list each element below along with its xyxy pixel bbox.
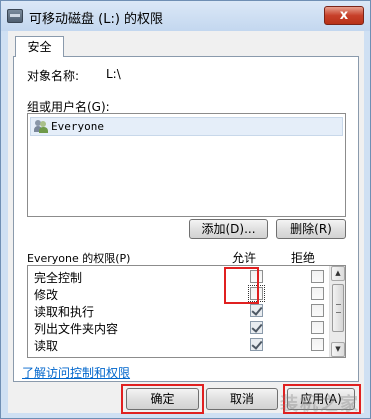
help-link[interactable]: 了解访问控制和权限: [22, 364, 130, 381]
scroll-thumb[interactable]: [332, 284, 344, 332]
permission-name: 完全控制: [34, 271, 83, 285]
title-bar[interactable]: 可移动磁盘 (L:) 的权限 x: [1, 1, 370, 31]
table-row: 修改: [28, 285, 331, 302]
object-name-label: 对象名称:: [27, 69, 80, 83]
deny-column-header: 拒绝: [291, 251, 316, 265]
list-item-everyone[interactable]: Everyone: [30, 117, 343, 136]
scroll-down-arrow-icon[interactable]: ▼: [331, 342, 345, 357]
drive-icon: [7, 9, 23, 23]
tab-security[interactable]: 安全: [15, 36, 64, 57]
allow-checkbox-read[interactable]: [250, 338, 263, 351]
permission-name: 修改: [34, 288, 59, 302]
table-row: 列出文件夹内容: [28, 319, 331, 336]
deny-checkbox-full-control[interactable]: [311, 270, 324, 283]
deny-checkbox-modify[interactable]: [311, 287, 324, 300]
allow-checkbox-list-folder[interactable]: [250, 321, 263, 334]
allow-checkbox-modify[interactable]: [248, 285, 265, 302]
deny-checkbox-list-folder[interactable]: [311, 321, 324, 334]
permissions-window: 可移动磁盘 (L:) 的权限 x 安全 对象名称: L:\ 组或用户名(G): …: [0, 0, 371, 419]
permission-name: 读取: [34, 339, 59, 353]
table-row: 读取和执行: [28, 302, 331, 319]
watermark-text: 装机之家: [280, 394, 360, 415]
permission-name: 列出文件夹内容: [34, 322, 119, 336]
user-name: Everyone: [51, 120, 104, 133]
window-title: 可移动磁盘 (L:) 的权限: [29, 12, 164, 27]
allow-column-header: 允许: [232, 251, 257, 265]
user-list[interactable]: Everyone: [27, 113, 346, 217]
add-button[interactable]: 添加(D)...: [189, 219, 268, 239]
permissions-header: Everyone 的权限(P): [27, 252, 131, 265]
permission-name: 读取和执行: [34, 305, 95, 319]
remove-button[interactable]: 删除(R): [276, 219, 346, 239]
ok-button[interactable]: 确定: [126, 388, 199, 410]
table-row: 读取: [28, 336, 331, 353]
table-row: 完全控制: [28, 268, 331, 285]
scroll-up-arrow-icon[interactable]: ▲: [331, 266, 345, 281]
cancel-button[interactable]: 取消: [206, 388, 278, 410]
vertical-scrollbar[interactable]: ▲ ▼: [329, 266, 345, 357]
permissions-table: 完全控制 修改 读取和执行 列出文件夹内容 读取 ▲ ▼: [27, 265, 346, 358]
deny-checkbox-read[interactable]: [311, 338, 324, 351]
allow-checkbox-read-execute[interactable]: [250, 304, 263, 317]
close-button[interactable]: x: [324, 6, 364, 25]
dialog-client: 安全 对象名称: L:\ 组或用户名(G): Everyone 添加(D)...…: [8, 31, 364, 414]
users-group-icon: [34, 120, 48, 133]
deny-checkbox-read-execute[interactable]: [311, 304, 324, 317]
allow-checkbox-full-control[interactable]: [250, 270, 263, 283]
security-panel: 对象名称: L:\ 组或用户名(G): Everyone 添加(D)... 删除…: [13, 56, 359, 382]
object-name-value: L:\: [106, 67, 121, 81]
